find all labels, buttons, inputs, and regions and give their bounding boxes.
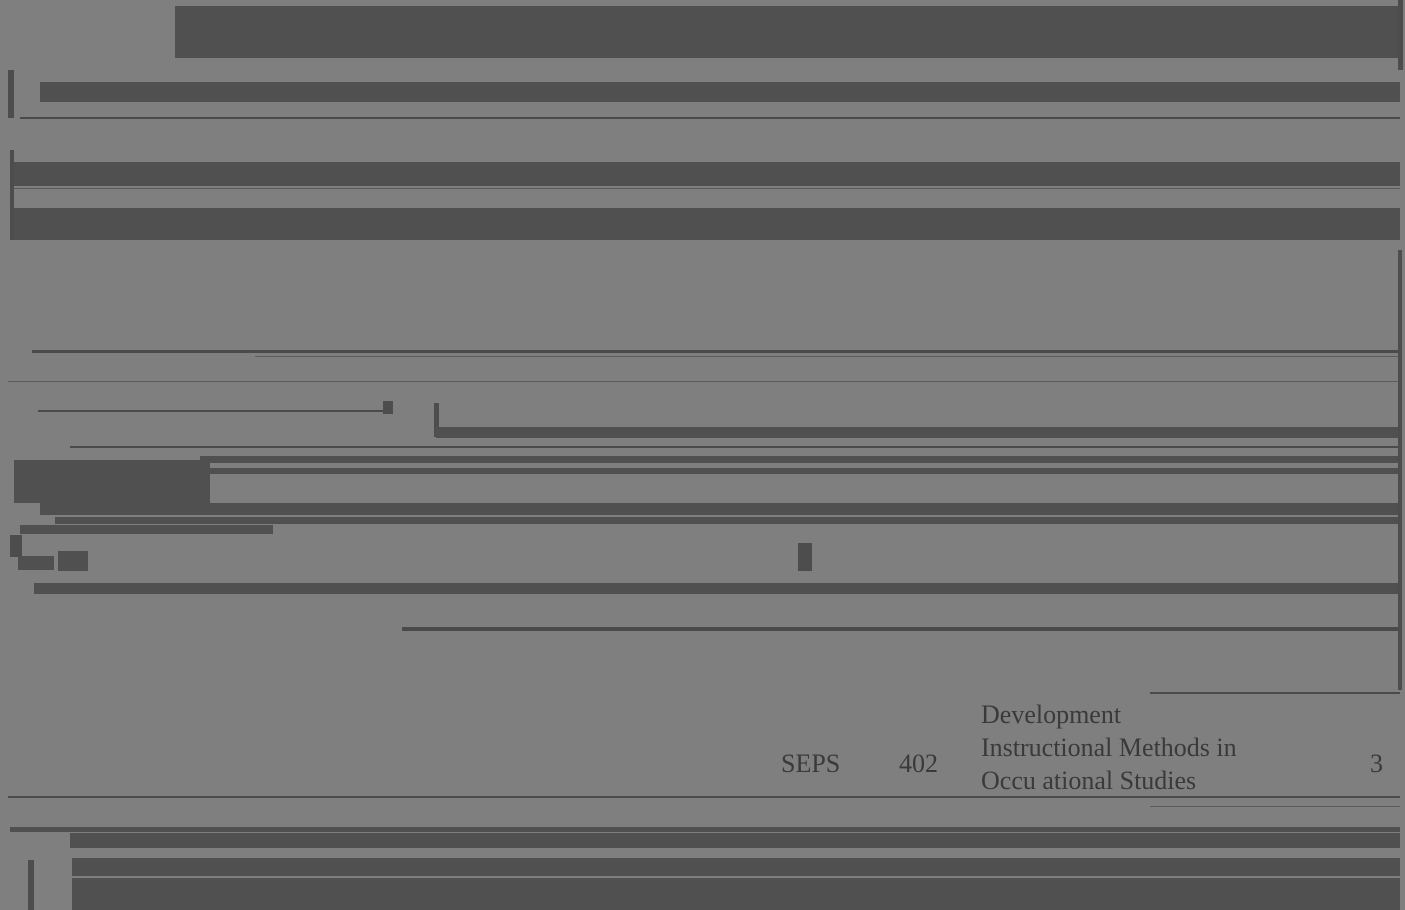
horizontal-rule — [12, 188, 1400, 189]
redaction-bar — [12, 162, 1400, 186]
horizontal-rule — [8, 796, 1400, 798]
course-credits: 3 — [1370, 749, 1383, 778]
scanned-document-page: SEPS 402 Development Instructional Metho… — [0, 0, 1405, 910]
redaction-bar — [200, 456, 1400, 463]
redaction-bar — [72, 858, 1400, 876]
scan-artifact — [10, 535, 22, 557]
redaction-bar — [18, 556, 54, 570]
horizontal-rule — [70, 446, 1400, 448]
redaction-bar — [70, 833, 1400, 848]
horizontal-rule — [255, 356, 1400, 357]
scan-artifact — [10, 150, 14, 240]
horizontal-rule — [8, 381, 1400, 382]
redaction-bar — [175, 6, 1400, 58]
redaction-bar — [34, 583, 1400, 594]
scan-artifact — [28, 860, 34, 910]
scan-artifact — [798, 543, 812, 571]
horizontal-rule — [1150, 692, 1400, 694]
horizontal-rule — [402, 627, 1400, 631]
redaction-bar — [12, 208, 1400, 240]
redaction-bar — [72, 878, 1400, 910]
course-title-line: Instructional Methods in — [981, 733, 1237, 762]
scan-artifact — [1398, 250, 1402, 690]
redaction-bar — [20, 525, 273, 534]
redaction-bar — [436, 427, 1400, 438]
redaction-bar — [55, 517, 1400, 524]
redaction-bar — [40, 503, 1400, 515]
scan-artifact — [383, 401, 393, 414]
horizontal-rule — [32, 350, 1400, 353]
scan-artifact — [8, 70, 14, 118]
horizontal-rule — [20, 117, 1400, 119]
course-number: 402 — [899, 749, 938, 778]
course-title: Development Instructional Methods in Occ… — [981, 702, 1237, 801]
scan-artifact — [1398, 0, 1403, 70]
redaction-bar — [14, 460, 210, 503]
course-dept: SEPS — [781, 749, 841, 778]
redaction-bar — [210, 468, 1400, 474]
redaction-bar — [10, 827, 1400, 832]
redaction-bar — [40, 82, 1400, 102]
redaction-bar — [58, 551, 88, 571]
horizontal-rule — [38, 410, 388, 412]
horizontal-rule — [1150, 806, 1400, 807]
course-title-line: Development — [981, 700, 1122, 729]
